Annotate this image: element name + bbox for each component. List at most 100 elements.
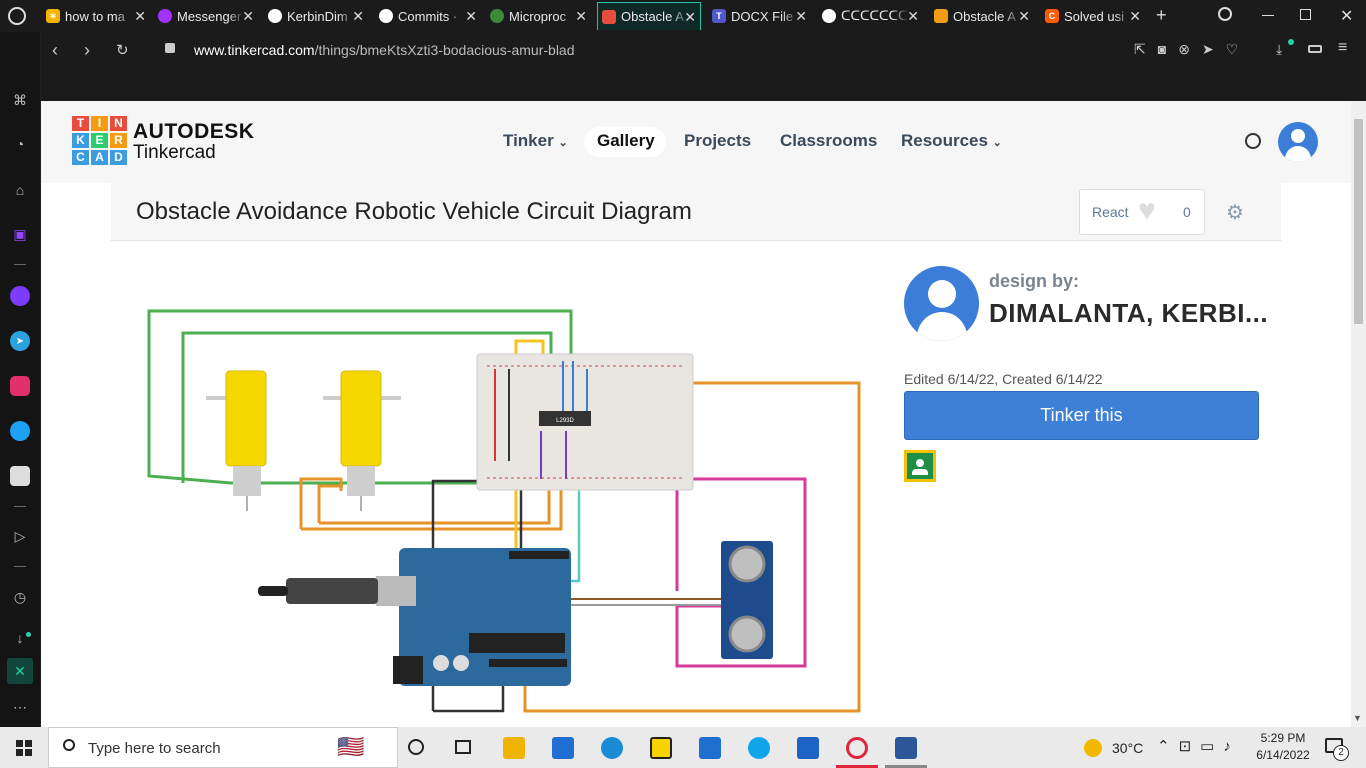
battery-icon[interactable]: ▭ — [1200, 738, 1223, 755]
tab-close-icon[interactable]: ✕ — [242, 8, 254, 25]
react-button[interactable]: React ♥ 0 — [1079, 189, 1205, 235]
opera-sidebar: ⌘ ◔ ⌂ ▣ ➤ ▷ ◷ ↓ ✕ ⋯ — [0, 32, 41, 727]
opera-gx-icon[interactable] — [846, 737, 868, 759]
file-explorer-icon[interactable] — [503, 737, 525, 759]
scroll-down-icon[interactable]: ▼ — [1353, 713, 1362, 723]
nav-tinker[interactable]: Tinker ⌄ — [503, 131, 568, 151]
windows-start-icon[interactable] — [16, 740, 32, 756]
tab-close-icon[interactable]: ✕ — [352, 8, 364, 25]
tab-close-icon[interactable]: ✕ — [575, 8, 587, 25]
tab-close-icon[interactable]: ✕ — [134, 8, 146, 25]
reload-icon[interactable]: ↻ — [116, 41, 129, 59]
gx-control-icon[interactable]: ✕ — [7, 658, 33, 684]
downloads-icon[interactable]: ↓ — [10, 628, 30, 648]
search-tabs-icon[interactable] — [1218, 7, 1232, 21]
battery-saver-icon[interactable] — [1308, 45, 1322, 53]
speed-icon[interactable]: ◔ — [10, 134, 30, 154]
opera-logo-icon[interactable] — [8, 7, 26, 25]
tab-9[interactable]: Obstacle A ✕ — [934, 2, 1030, 30]
brand-autodesk: AUTODESK — [133, 120, 255, 143]
tinker-this-button[interactable]: Tinker this — [904, 391, 1259, 440]
clock[interactable]: 5:29 PM 6/14/2022 — [1248, 731, 1318, 762]
tab-3[interactable]: KerbinDim ✕ — [268, 2, 364, 30]
nav-gallery[interactable]: Gallery — [597, 131, 655, 151]
edge-icon[interactable] — [601, 737, 623, 759]
tab-2[interactable]: Messenger ✕ — [158, 2, 254, 30]
author-avatar[interactable] — [904, 266, 979, 341]
volume-icon[interactable]: ♪ — [1223, 738, 1240, 755]
webpage: T I N K E R C A D AUTODESK Tinkercad Tin… — [41, 101, 1351, 727]
tab-7[interactable]: T DOCX File ✕ — [712, 2, 807, 30]
weather-icon[interactable] — [1084, 739, 1102, 757]
store-icon[interactable] — [797, 737, 819, 759]
network-icon[interactable]: ⊡ — [1179, 738, 1201, 755]
easy-setup-icon[interactable]: ≡ — [1338, 39, 1347, 57]
sticky-notes-icon[interactable] — [650, 737, 672, 759]
nav-classrooms[interactable]: Classrooms — [780, 131, 877, 151]
skype-icon[interactable] — [748, 737, 770, 759]
tab-10[interactable]: C Solved usi ✕ — [1045, 2, 1141, 30]
history-icon[interactable]: ◷ — [10, 587, 30, 607]
motor-2 — [340, 370, 382, 467]
nav-projects[interactable]: Projects — [684, 131, 751, 151]
tab-close-icon[interactable]: ✕ — [465, 8, 477, 25]
scrollbar-thumb[interactable] — [1354, 119, 1363, 324]
tab-close-icon[interactable]: ✕ — [907, 8, 919, 25]
url-field[interactable]: www.tinkercad.com/things/bmeKtsXzti3-bod… — [194, 42, 575, 58]
restore-icon[interactable] — [1300, 9, 1311, 20]
minimize-icon[interactable] — [1262, 15, 1274, 16]
author-name[interactable]: DIMALANTA, KERBI... — [989, 298, 1268, 329]
telegram-icon[interactable]: ➤ — [10, 331, 30, 351]
tab-8[interactable]: ᑕᑕᑕᑕᑕᑕᑕD✕ — [822, 2, 919, 30]
search-icon[interactable] — [1245, 133, 1261, 149]
new-tab-icon[interactable]: + — [1156, 5, 1167, 26]
tab-5[interactable]: Microproc ✕ — [490, 2, 587, 30]
cortana-icon[interactable] — [408, 739, 424, 755]
user-avatar[interactable] — [1278, 122, 1318, 162]
search-icon — [63, 739, 75, 751]
send-icon[interactable]: ➤ — [1202, 41, 1226, 57]
gx-controller-icon[interactable]: ⌘ — [10, 90, 30, 110]
tab-1[interactable]: ✶ how to ma ✕ — [46, 2, 146, 30]
google-classroom-icon[interactable] — [904, 450, 936, 482]
player-icon[interactable]: ▷ — [10, 526, 30, 546]
tab-close-icon[interactable]: ✕ — [795, 8, 807, 25]
more-icon[interactable]: ⋯ — [10, 697, 30, 717]
word-icon[interactable] — [895, 737, 917, 759]
chevron-up-icon[interactable]: ⌃ — [1157, 738, 1179, 755]
blocker-icon[interactable]: ⊗ — [1178, 41, 1202, 57]
share-icon[interactable]: ⇱ — [1134, 41, 1158, 57]
heart-icon[interactable]: ♡ — [1226, 41, 1251, 57]
nav-resources[interactable]: Resources ⌄ — [901, 131, 1002, 151]
discord-icon[interactable] — [10, 466, 30, 486]
tinkercad-logo[interactable]: T I N K E R C A D — [72, 116, 127, 165]
briefcase-icon[interactable]: ⌂ — [10, 180, 30, 200]
forward-icon[interactable]: › — [84, 40, 90, 61]
page-scrollbar[interactable]: ▼ — [1351, 101, 1366, 727]
gear-icon[interactable]: ⚙ — [1226, 200, 1244, 225]
lock-icon[interactable] — [165, 43, 175, 53]
back-icon[interactable]: ‹ — [52, 40, 58, 61]
close-window-icon[interactable]: ✕ — [1340, 6, 1353, 26]
url-host: www.tinkercad.com — [194, 42, 315, 58]
tab-close-icon[interactable]: ✕ — [1129, 8, 1141, 25]
download-icon[interactable]: ⤓ — [1276, 41, 1282, 58]
capacitor-1 — [433, 655, 449, 671]
instagram-icon[interactable] — [10, 376, 30, 396]
mail-icon[interactable] — [552, 737, 574, 759]
tab-close-icon[interactable]: ✕ — [684, 9, 696, 26]
tab-6-active[interactable]: Obstacle A ✕ — [597, 2, 701, 30]
windows-taskbar: Type here to search 🇺🇸 30°C ⌃⊡▭♪ 5:29 PM… — [0, 727, 1366, 768]
weather-temp[interactable]: 30°C — [1112, 740, 1143, 756]
twitch-icon[interactable]: ▣ — [10, 224, 30, 244]
snapshot-icon[interactable]: ◙ — [1158, 41, 1178, 57]
tab-4[interactable]: Commits · ✕ — [379, 2, 477, 30]
calendar-icon[interactable] — [699, 737, 721, 759]
tray-icons[interactable]: ⌃⊡▭♪ — [1157, 737, 1240, 755]
circuit-diagram[interactable]: L293D — [111, 261, 911, 727]
tab-close-icon[interactable]: ✕ — [1018, 8, 1030, 25]
messenger-icon[interactable] — [10, 286, 30, 306]
twitter-icon[interactable] — [10, 421, 30, 441]
task-view-icon[interactable] — [455, 740, 471, 754]
taskbar-search[interactable]: Type here to search 🇺🇸 — [48, 727, 398, 768]
